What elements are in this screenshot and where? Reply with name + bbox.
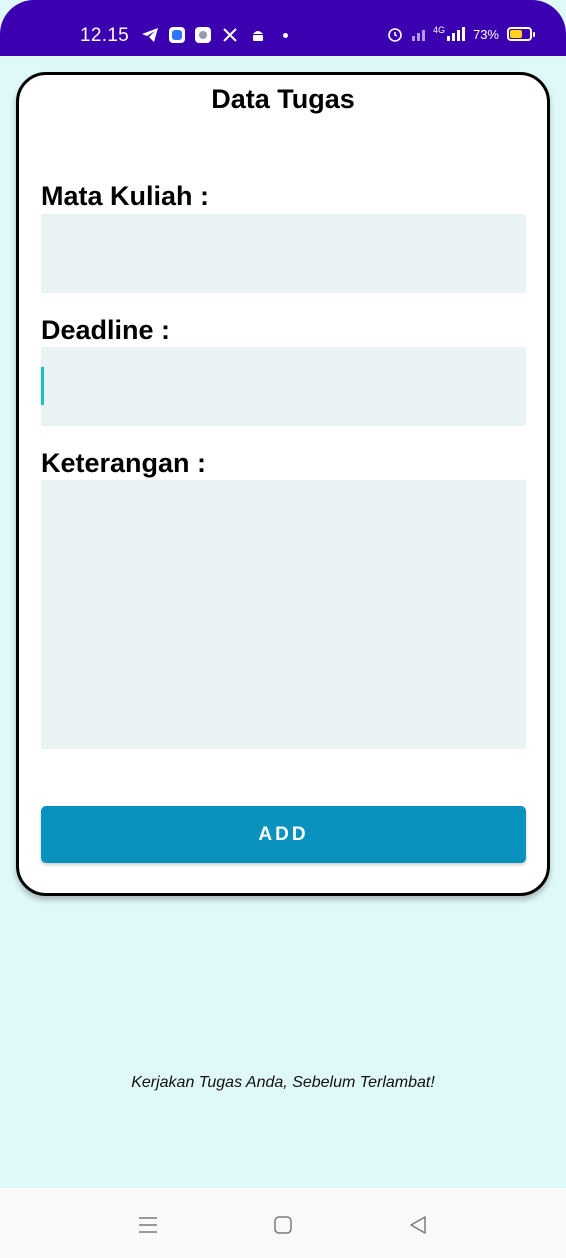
alarm-icon	[386, 25, 404, 43]
menu-icon[interactable]	[137, 1214, 159, 1236]
deadline-label: Deadline :	[41, 315, 171, 345]
status-icons-right: 4G 73%	[386, 25, 535, 43]
mata-kuliah-input[interactable]	[41, 214, 526, 293]
keterangan-input[interactable]	[41, 480, 526, 749]
footer-tagline: Kerjakan Tugas Anda, Sebelum Terlambat!	[131, 1074, 435, 1091]
form-title: Data Tugas	[211, 84, 355, 114]
task-form-card: Data Tugas Mata Kuliah : Deadline : Kete…	[16, 72, 550, 896]
status-time: 12.15	[80, 25, 130, 46]
text-cursor	[41, 367, 44, 405]
telegram-icon	[141, 26, 159, 44]
keterangan-label: Keterangan :	[41, 448, 207, 478]
signal-off-icon	[411, 27, 425, 41]
android-icon	[249, 26, 267, 44]
add-button[interactable]: ADD	[41, 806, 526, 863]
dot-icon	[283, 32, 288, 38]
x-icon	[221, 26, 239, 44]
mata-kuliah-label: Mata Kuliah :	[41, 181, 210, 211]
status-bar: 12.15 4G 73%	[0, 0, 566, 56]
4g-signal-icon	[446, 27, 465, 41]
battery-percent: 73%	[472, 26, 499, 42]
app-icon	[169, 27, 185, 43]
status-icons-left	[141, 26, 288, 44]
4g-label: 4G	[432, 25, 445, 35]
back-icon[interactable]	[407, 1214, 429, 1236]
battery-icon	[507, 27, 535, 41]
home-icon[interactable]	[272, 1214, 294, 1236]
settings-app-icon	[195, 27, 211, 43]
deadline-input[interactable]	[41, 347, 526, 426]
navigation-bar	[0, 1188, 566, 1258]
